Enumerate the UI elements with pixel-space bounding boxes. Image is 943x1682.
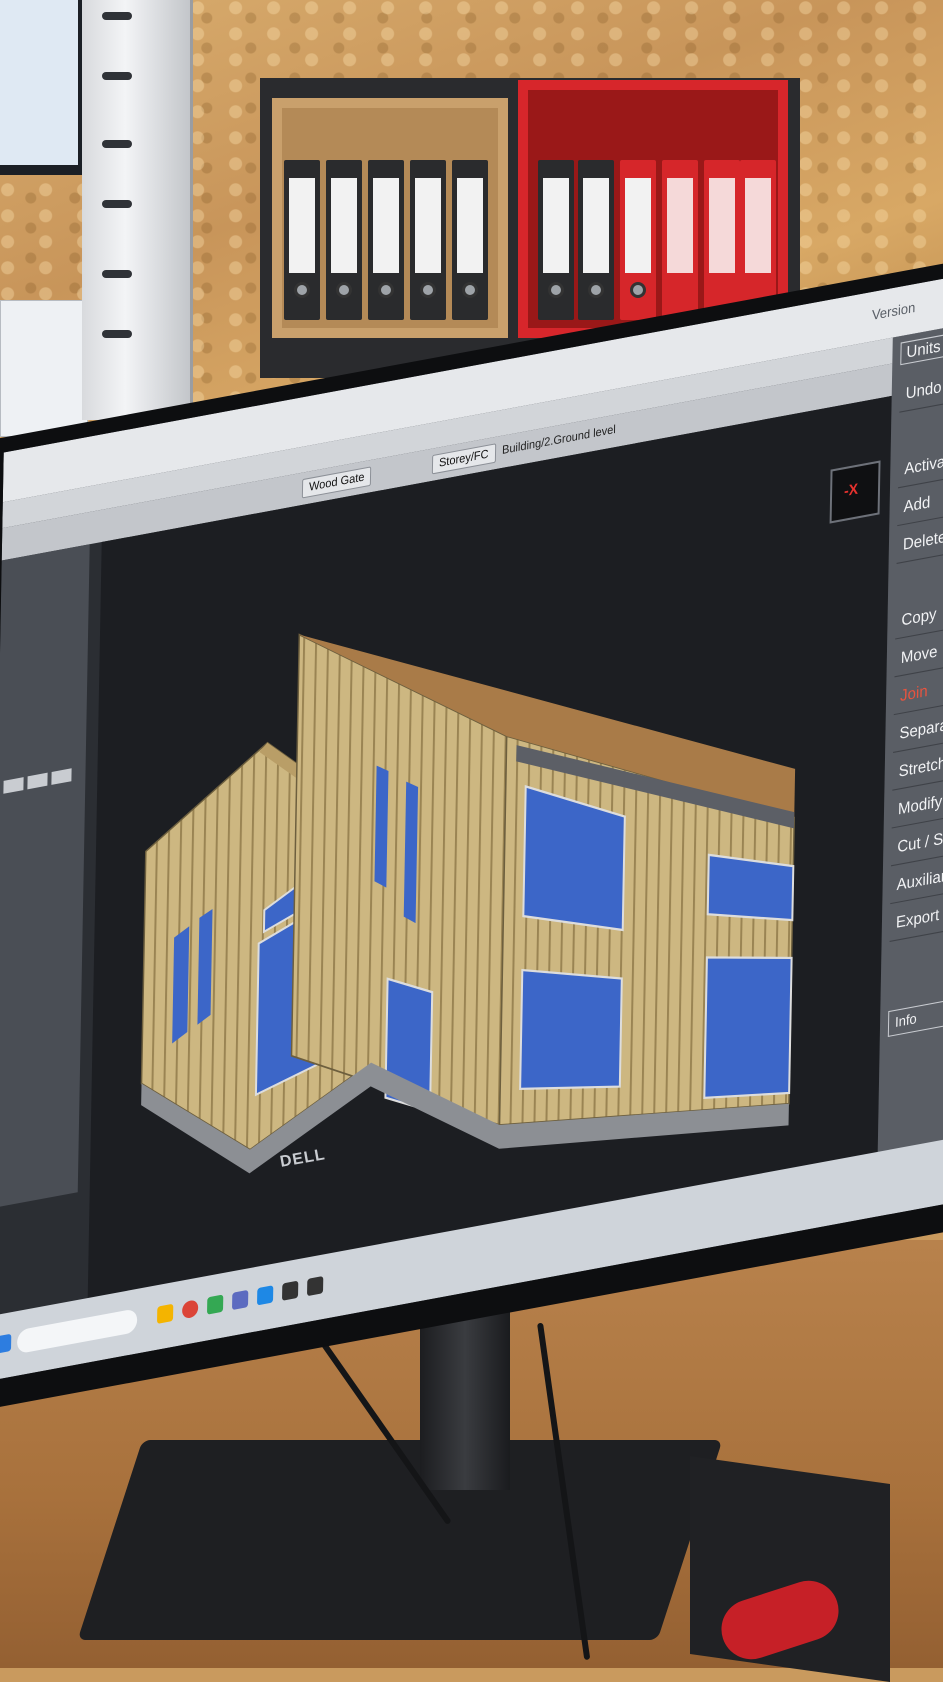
search-box[interactable] bbox=[16, 1308, 138, 1355]
start-icon[interactable] bbox=[0, 1333, 12, 1354]
monitor-stand-neck bbox=[420, 1300, 510, 1490]
activate-attributes-button[interactable]: Activate attribu bbox=[897, 409, 943, 489]
units-button[interactable]: Units bbox=[900, 334, 943, 366]
monitor-stand-base bbox=[77, 1440, 723, 1640]
version-label: Version bbox=[871, 298, 916, 324]
file-explorer-icon[interactable] bbox=[157, 1303, 174, 1324]
metal-rack bbox=[82, 0, 193, 420]
view-cube[interactable]: -X bbox=[829, 460, 881, 524]
left-panel bbox=[0, 544, 90, 1209]
wall-poster bbox=[0, 300, 88, 437]
background-monitor bbox=[0, 0, 82, 175]
copy-button[interactable]: Copy bbox=[895, 560, 943, 640]
info-button[interactable]: Info bbox=[887, 998, 943, 1037]
chrome-icon[interactable] bbox=[182, 1299, 199, 1320]
left-panel-button[interactable] bbox=[3, 777, 24, 794]
left-panel-button[interactable] bbox=[27, 772, 48, 790]
left-panel-button[interactable] bbox=[51, 768, 72, 785]
app-icon[interactable] bbox=[257, 1285, 274, 1306]
app-icon[interactable] bbox=[207, 1294, 224, 1315]
app-icon[interactable] bbox=[307, 1275, 324, 1297]
wood-shelf-box bbox=[272, 98, 508, 338]
background-monitor-screen bbox=[0, 0, 78, 165]
app-icon[interactable] bbox=[232, 1289, 249, 1311]
app-icon[interactable] bbox=[282, 1280, 299, 1301]
view-cube-label: -X bbox=[843, 479, 859, 500]
